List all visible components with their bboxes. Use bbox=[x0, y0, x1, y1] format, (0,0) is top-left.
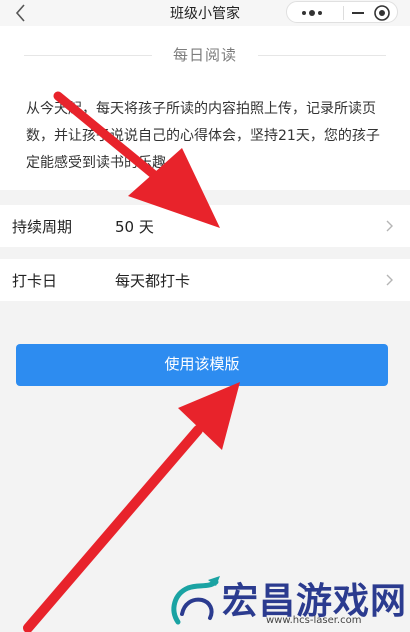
annotation-arrows bbox=[23, 91, 240, 632]
watermark: 宏昌游戏网 www.hcs-laser.com bbox=[162, 570, 410, 632]
watermark-url: www.hcs-laser.com bbox=[266, 615, 362, 626]
red-arrow-top bbox=[53, 91, 220, 228]
dragon-logo-icon bbox=[171, 576, 220, 625]
